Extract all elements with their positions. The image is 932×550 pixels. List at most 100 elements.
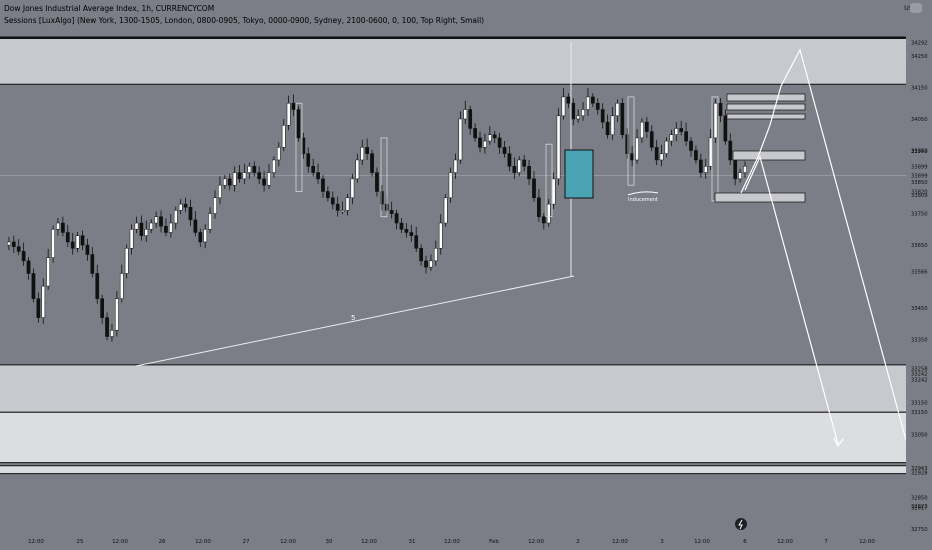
candle-body <box>640 121 644 139</box>
candle-body <box>399 222 404 230</box>
candle-body <box>463 109 468 120</box>
candle-body <box>546 203 551 224</box>
candle-body <box>703 166 708 173</box>
candle-body <box>70 241 75 249</box>
candle-body <box>659 153 664 161</box>
candle-body <box>615 102 620 117</box>
candle-body <box>115 298 119 331</box>
candle-body <box>541 216 546 224</box>
candle-body <box>684 131 688 142</box>
candle-body <box>203 229 208 243</box>
price-tick: 33150 <box>911 410 928 416</box>
candle-body <box>375 172 379 192</box>
candle-body <box>576 115 581 120</box>
order-block <box>714 192 806 203</box>
candle-body <box>168 222 173 233</box>
time-axis[interactable]: 12:00 25 12:00 26 12:00 27 12:00 30 12:00 31 12:00… <box>0 532 906 550</box>
candle-body <box>424 260 428 268</box>
candle-body <box>218 184 222 199</box>
candle-body <box>326 191 330 199</box>
price-tick: 33450 <box>911 306 928 312</box>
candle-body <box>355 159 360 180</box>
chart-menu-button[interactable] <box>910 3 922 13</box>
candle-body <box>473 128 477 139</box>
candle-body <box>345 197 350 211</box>
candle-body <box>21 251 26 262</box>
price-tick: 34150 <box>911 85 928 91</box>
price-tick: 33350 <box>911 338 928 344</box>
price-tick: 32817 <box>911 506 928 512</box>
price-tick: 33949 <box>911 149 928 155</box>
candle-body <box>144 229 149 236</box>
candle-body <box>51 229 55 258</box>
order-block <box>726 103 806 111</box>
candle-body <box>232 172 237 186</box>
candle-body <box>61 222 65 233</box>
candle-body <box>7 241 11 246</box>
candle-body <box>566 96 571 104</box>
candle-body <box>360 147 365 161</box>
price-tick: 34050 <box>911 117 928 123</box>
time-tick: 26 <box>159 539 166 545</box>
time-tick: 12:00 <box>28 539 44 545</box>
candle-body <box>90 254 95 274</box>
price-tick: 33566 <box>911 270 928 276</box>
time-tick: 25 <box>77 539 84 545</box>
candle-body <box>728 140 733 161</box>
candle-body <box>242 172 247 180</box>
price-chart[interactable]: 5Inducement 3429234250341503405033950339… <box>0 0 932 550</box>
candle-body <box>429 260 433 268</box>
candle-body <box>75 235 80 249</box>
candle-body <box>267 172 271 186</box>
indicator-legend[interactable]: Sessions [LuxAlgo] (New York, 1300-1505,… <box>4 16 484 25</box>
time-tick: 31 <box>409 539 416 545</box>
candle-body <box>46 257 51 287</box>
candle-body <box>173 210 178 224</box>
candle-body <box>389 210 394 214</box>
candle-body <box>635 137 639 161</box>
time-tick: 12:00 <box>444 539 460 545</box>
candle-body <box>227 178 232 186</box>
candle-body <box>41 285 46 318</box>
candle-body <box>208 213 212 230</box>
candle-body <box>497 137 502 148</box>
candle-body <box>551 178 556 205</box>
candle-body <box>537 197 541 217</box>
candle-body <box>335 203 340 211</box>
fvg-box <box>564 149 594 199</box>
candle-body <box>630 153 634 161</box>
order-block <box>732 150 806 161</box>
candle-body <box>311 166 316 173</box>
candle-body <box>56 222 60 230</box>
price-axis[interactable]: 3429234250341503405033950339493389933899… <box>906 0 932 550</box>
time-tick: 12:00 <box>280 539 296 545</box>
candle-body <box>483 140 487 148</box>
candle-body <box>453 159 458 173</box>
candle-body <box>645 121 649 132</box>
candle-body <box>188 207 193 221</box>
candle-body <box>272 159 276 173</box>
candle-body <box>723 115 728 142</box>
candle-body <box>105 317 109 337</box>
candle-body <box>262 178 266 186</box>
time-tick: 6 <box>743 539 747 545</box>
candle-body <box>26 260 31 274</box>
candle-body <box>698 159 703 173</box>
candle-body <box>124 247 129 274</box>
candle-body <box>198 232 203 243</box>
candle-body <box>306 153 311 167</box>
time-tick: 30 <box>326 539 333 545</box>
candle-body <box>154 216 158 224</box>
candle-body <box>458 118 463 161</box>
candle-body <box>394 213 399 224</box>
candle-body <box>119 273 124 299</box>
candle-body <box>595 102 600 110</box>
price-tick: 33150 <box>911 401 928 407</box>
candle-body <box>404 229 409 233</box>
candle-body <box>350 178 355 199</box>
price-tick: 33242 <box>911 377 928 383</box>
candle-body <box>600 109 605 123</box>
candle-body <box>159 216 163 227</box>
candle-body <box>316 172 320 180</box>
candle-body <box>330 197 335 205</box>
